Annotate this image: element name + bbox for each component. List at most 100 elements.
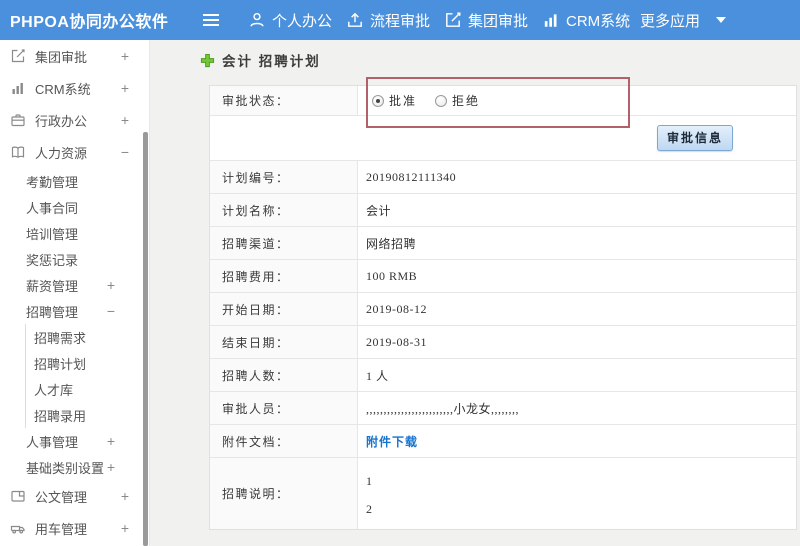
sidebar-item-label: 招聘录用 (34, 408, 87, 424)
nav-workflow-approval[interactable]: 流程审批 (346, 10, 444, 31)
sidebar-item-label: 培训管理 (26, 226, 79, 242)
nav-personal-office[interactable]: 个人办公 (248, 10, 346, 31)
sidebar-item-label: 招聘需求 (34, 330, 87, 346)
sidebar-item-salary[interactable]: 薪资管理 + (0, 272, 149, 298)
sidebar-item-label: 行政办公 (35, 113, 88, 129)
top-navigation: 个人办公 流程审批 集团审批 CRM系统 更多应用 (248, 0, 727, 40)
sidebar-item-recruit-hire[interactable]: 招聘录用 (0, 402, 149, 428)
nav-more-apps[interactable]: 更多应用 (640, 10, 727, 31)
sidebar-item-label: 奖惩记录 (26, 252, 79, 268)
sidebar-item-label: 招聘计划 (34, 356, 87, 372)
sidebar-item-admin-office[interactable]: 行政办公 + (0, 104, 149, 136)
expand-icon[interactable]: + (121, 112, 129, 128)
chart-icon (542, 11, 560, 29)
field-value: 20190812111340 (366, 169, 457, 184)
nav-label: 更多应用 (640, 12, 701, 30)
row-recruit-count: 招聘人数： 1 人 (210, 359, 796, 392)
sidebar-item-label: 考勤管理 (26, 174, 79, 190)
page-title: 会计 招聘计划 (222, 54, 321, 69)
sidebar-item-label: 人事管理 (26, 434, 79, 450)
sidebar-item-recruit-demand[interactable]: 招聘需求 (0, 324, 149, 350)
collapse-icon[interactable]: − (107, 303, 115, 319)
page: PHPOA协同办公软件 个人办公 流程审批 集团审批 CRM系统 更多应用 集团… (0, 0, 800, 546)
field-label: 招聘费用： (210, 260, 358, 292)
collapse-icon[interactable]: − (121, 144, 129, 160)
sidebar-item-label: 人事合同 (26, 200, 79, 216)
menu-icon[interactable] (202, 12, 220, 28)
field-value: 会计 (366, 203, 392, 218)
expand-icon[interactable]: + (121, 80, 129, 96)
expand-icon[interactable]: + (121, 48, 129, 64)
field-label: 招聘渠道： (210, 227, 358, 259)
row-approval-status: 审批状态： 批准 拒绝 (210, 86, 796, 116)
sidebar-item-rewards[interactable]: 奖惩记录 (0, 246, 149, 272)
expand-icon[interactable]: + (121, 520, 129, 536)
edit-icon (444, 11, 462, 29)
breadcrumb: 会计 招聘计划 (200, 50, 321, 70)
row-end-date: 结束日期： 2019-08-31 (210, 326, 796, 359)
expand-icon[interactable]: + (107, 277, 115, 293)
sidebar-item-hr-contract[interactable]: 人事合同 (0, 194, 149, 220)
sidebar-item-label: 人才库 (34, 382, 74, 398)
description-line: 1 (366, 473, 373, 488)
sidebar-item-training[interactable]: 培训管理 (0, 220, 149, 246)
field-value: 2019-08-12 (366, 301, 427, 316)
sidebar-scrollbar[interactable] (143, 132, 148, 546)
sidebar-item-documents[interactable]: 公文管理 + (0, 480, 149, 512)
sidebar-item-label: 公文管理 (35, 489, 88, 505)
expand-icon[interactable]: + (107, 459, 115, 475)
radio-approve-label: 批准 (389, 94, 418, 108)
field-label: 结束日期： (210, 326, 358, 358)
approval-status-radio-group: 批准 拒绝 (366, 92, 498, 109)
field-label: 招聘人数： (210, 359, 358, 391)
field-label: 审批状态： (210, 86, 358, 115)
nav-label: CRM系统 (566, 12, 631, 30)
row-attachment: 附件文档： 附件下载 (210, 425, 796, 458)
sidebar-item-label: 基础类别设置 (26, 460, 105, 476)
sidebar-item-label: CRM系统 (35, 81, 91, 97)
sidebar-item-recruit-mgmt[interactable]: 招聘管理 − (0, 298, 149, 324)
expand-icon[interactable]: + (121, 488, 129, 504)
edit-icon (10, 48, 26, 64)
doc-icon (10, 488, 26, 504)
radio-reject[interactable] (435, 94, 448, 107)
row-recruit-channel: 招聘渠道： 网络招聘 (210, 227, 796, 260)
sidebar-item-attendance[interactable]: 考勤管理 (0, 168, 149, 194)
sidebar-item-label: 人力资源 (35, 145, 88, 161)
sidebar-item-base-category[interactable]: 基础类别设置 + (0, 454, 149, 480)
add-plus-icon (200, 53, 215, 68)
sidebar-item-talent-pool[interactable]: 人才库 (0, 376, 149, 402)
sidebar-item-vehicles[interactable]: 用车管理 + (0, 512, 149, 544)
sidebar-item-hr[interactable]: 人力资源 − (0, 136, 149, 168)
row-approvers: 审批人员： ,,,,,,,,,,,,,,,,,,,,,,,,,小龙女,,,,,,… (210, 392, 796, 425)
sidebar-item-crm[interactable]: CRM系统 + (0, 72, 149, 104)
nav-crm-system[interactable]: CRM系统 (542, 10, 640, 31)
briefcase-icon (10, 112, 26, 128)
field-label: 审批人员： (210, 392, 358, 424)
radio-approve[interactable] (372, 94, 384, 107)
row-approve-action: 审批信息 (210, 116, 796, 161)
approve-info-button[interactable]: 审批信息 (656, 125, 733, 151)
sidebar-item-recruit-plan[interactable]: 招聘计划 (0, 350, 149, 376)
field-label: 开始日期： (210, 293, 358, 325)
user-icon (248, 11, 266, 29)
nav-label: 个人办公 (272, 12, 333, 30)
field-label: 计划编号： (210, 161, 358, 193)
app-title: PHPOA协同办公软件 (10, 14, 169, 31)
sidebar-item-group-approval[interactable]: 集团审批 + (0, 40, 149, 72)
field-value: 2019-08-31 (366, 334, 427, 349)
sidebar: 集团审批 + CRM系统 + 行政办公 + 人力资源 − 考勤管理 人事合同 培… (0, 40, 150, 546)
attachment-download-link[interactable]: 附件下载 (366, 433, 418, 450)
caret-down-icon (716, 17, 727, 23)
nav-group-approval[interactable]: 集团审批 (444, 10, 542, 31)
sidebar-item-label: 薪资管理 (26, 278, 79, 294)
row-recruit-description: 招聘说明： 1 2 (210, 458, 796, 529)
approval-form-table: 审批状态： 批准 拒绝 审批信息 计划编号： 20190812111340 计划… (209, 85, 797, 530)
radio-reject-label: 拒绝 (452, 94, 481, 108)
sidebar-item-personnel[interactable]: 人事管理 + (0, 428, 149, 454)
expand-icon[interactable]: + (107, 433, 115, 449)
row-plan-number: 计划编号： 20190812111340 (210, 161, 796, 194)
sidebar-item-label: 集团审批 (35, 49, 88, 65)
field-value: 附件下载 (358, 425, 796, 457)
description-line: 2 (366, 501, 373, 516)
